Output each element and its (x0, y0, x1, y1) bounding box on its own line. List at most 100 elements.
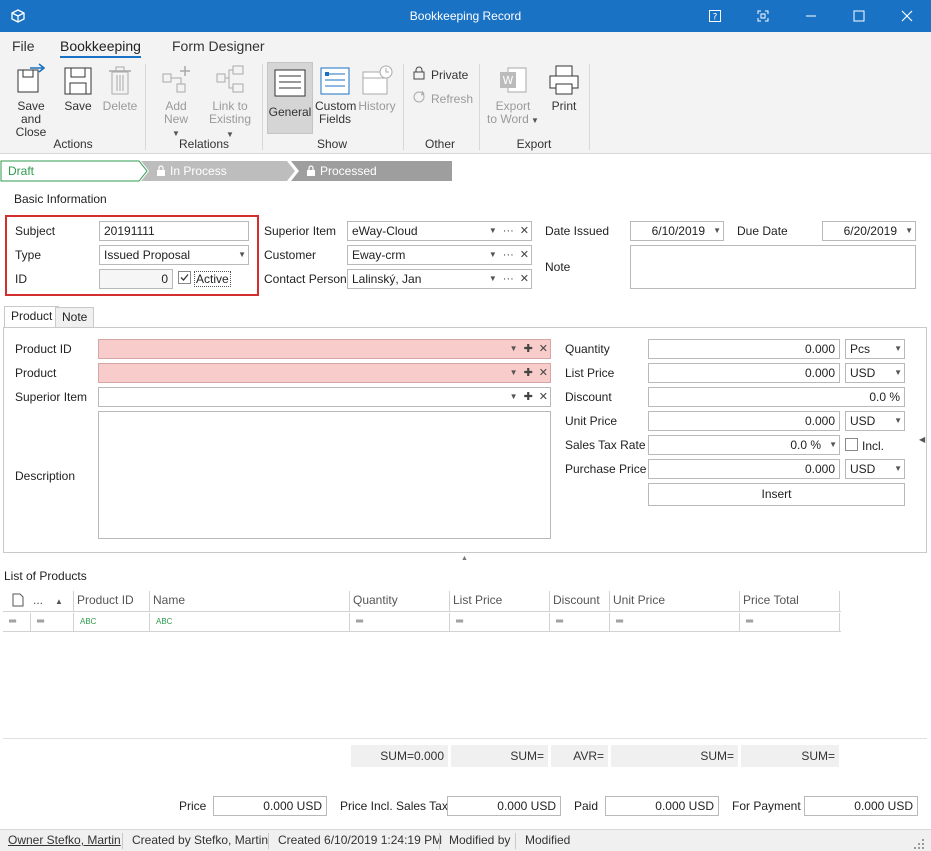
filter-equals-icon[interactable]: ═ (450, 613, 550, 631)
filter-text-icon[interactable]: ABC (74, 613, 150, 631)
collapse-right-icon[interactable]: ◀ (919, 435, 925, 444)
chevron-down-icon[interactable]: ▼ (510, 364, 518, 382)
maximize-icon[interactable] (836, 0, 882, 32)
unit-price-currency-select[interactable]: USD ▼ (845, 411, 905, 431)
product-superior-item-lookup[interactable]: ▼ ✚ ✕ (98, 387, 551, 407)
unit-select[interactable]: Pcs ▼ (845, 339, 905, 359)
chevron-down-icon[interactable]: ▼ (713, 222, 721, 240)
plus-icon[interactable]: ✚ (524, 364, 533, 382)
export-to-word-button[interactable]: W Export to Word ▼ (486, 62, 540, 127)
contact-person-lookup[interactable]: Lalinský, Jan ▼ ··· ✕ (347, 269, 532, 289)
product-lookup[interactable]: ▼ ✚ ✕ (98, 363, 551, 383)
filter-equals-icon[interactable]: ═ (550, 613, 610, 631)
chevron-down-icon: ▼ (528, 116, 539, 125)
filter-equals-icon[interactable]: ═ (350, 613, 450, 631)
fullscreen-icon[interactable] (740, 0, 786, 32)
list-price-label: List Price (565, 366, 615, 380)
menu-tab-bookkeeping[interactable]: Bookkeeping (60, 38, 141, 58)
minimize-icon[interactable] (788, 0, 834, 32)
filter-equals-icon[interactable]: ═ (610, 613, 740, 631)
incl-checkbox[interactable]: Incl. (845, 438, 884, 454)
quantity-input[interactable]: 0.000 (648, 339, 840, 359)
description-textarea[interactable] (98, 411, 551, 539)
plus-icon[interactable]: ✚ (524, 340, 533, 358)
tab-note[interactable]: Note (55, 307, 95, 327)
chevron-down-icon[interactable]: ▼ (489, 246, 497, 264)
chevron-down-icon[interactable]: ▼ (510, 340, 518, 358)
splitter-up-icon[interactable]: ▲ (461, 555, 468, 562)
list-price-currency-select[interactable]: USD ▼ (845, 363, 905, 383)
purchase-price-input[interactable]: 0.000 (648, 459, 840, 479)
ellipsis-icon[interactable]: ··· (503, 246, 514, 264)
refresh-button[interactable]: Refresh (412, 90, 473, 107)
column-header-quantity[interactable]: Quantity (350, 591, 450, 611)
ellipsis-icon[interactable]: ··· (503, 270, 514, 288)
menu-tab-file[interactable]: File (12, 38, 35, 54)
delete-button[interactable]: Delete (102, 62, 138, 113)
column-header-unit-price[interactable]: Unit Price (610, 591, 740, 611)
add-new-button[interactable]: Add New ▼ (152, 62, 200, 140)
column-header-ellipsis[interactable]: ... ▲ (30, 591, 74, 611)
status-separator (439, 833, 440, 849)
filter-equals-icon[interactable]: ═ (31, 613, 74, 631)
chevron-down-icon[interactable]: ▼ (489, 222, 497, 240)
private-button[interactable]: Private (412, 66, 468, 83)
general-button[interactable]: General (267, 62, 313, 134)
plus-icon[interactable]: ✚ (524, 388, 533, 406)
column-header-product-id[interactable]: Product ID (74, 591, 150, 611)
superior-item-lookup[interactable]: eWay-Cloud ▼ ··· ✕ (347, 221, 532, 241)
purchase-price-currency-select[interactable]: USD ▼ (845, 459, 905, 479)
active-checkbox[interactable]: Active (178, 271, 231, 287)
save-and-close-button[interactable]: Save and Close (6, 62, 56, 139)
help-icon[interactable]: ? (692, 0, 738, 32)
customer-lookup[interactable]: Eway-crm ▼ ··· ✕ (347, 245, 532, 265)
column-header-discount[interactable]: Discount (550, 591, 610, 611)
list-price-input[interactable]: 0.000 (648, 363, 840, 383)
column-header-list-price[interactable]: List Price (450, 591, 550, 611)
resize-grip-icon[interactable] (914, 838, 924, 851)
filter-equals-icon[interactable]: ═ (3, 613, 31, 631)
document-icon (12, 593, 24, 610)
clear-icon[interactable]: ✕ (520, 246, 529, 264)
menu-tab-form-designer[interactable]: Form Designer (172, 38, 265, 54)
tab-product[interactable]: Product (4, 306, 60, 328)
product-id-lookup[interactable]: ▼ ✚ ✕ (98, 339, 551, 359)
chevron-down-icon[interactable]: ▼ (510, 388, 518, 406)
column-header-name[interactable]: Name (150, 591, 350, 611)
title-bar: Bookkeeping Record ? (0, 0, 931, 32)
clear-icon[interactable]: ✕ (539, 364, 548, 382)
chevron-down-icon[interactable]: ▼ (489, 270, 497, 288)
unit-price-input[interactable]: 0.000 (648, 411, 840, 431)
type-select[interactable]: Issued Proposal ▼ (99, 245, 249, 265)
clear-icon[interactable]: ✕ (539, 340, 548, 358)
sales-tax-rate-select[interactable]: 0.0 % ▼ (648, 435, 840, 455)
workflow-step-processed[interactable]: Processed (320, 161, 377, 181)
chevron-down-icon[interactable]: ▼ (905, 222, 913, 240)
subject-input[interactable]: 20191111 (99, 221, 249, 241)
clear-icon[interactable]: ✕ (520, 222, 529, 240)
discount-input[interactable]: 0.0 % (648, 387, 905, 407)
checkbox-checked-icon (178, 271, 191, 287)
owner-link[interactable]: Owner Stefko, Martin (8, 833, 121, 847)
filter-equals-icon[interactable]: ═ (740, 613, 840, 631)
custom-fields-button[interactable]: Custom Fields (315, 62, 356, 126)
filter-text-icon[interactable]: ABC (150, 613, 350, 631)
clear-icon[interactable]: ✕ (539, 388, 548, 406)
ellipsis-icon[interactable]: ··· (503, 222, 514, 240)
history-button[interactable]: History (358, 62, 396, 113)
subject-value: 20191111 (104, 224, 155, 238)
unit-price-label: Unit Price (565, 414, 618, 428)
due-date-picker[interactable]: 6/20/2019 ▼ (822, 221, 916, 241)
link-to-existing-button[interactable]: Link to Existing ▼ (204, 62, 256, 141)
close-icon[interactable] (884, 0, 930, 32)
column-header-price-total[interactable]: Price Total (740, 591, 840, 611)
save-button[interactable]: Save (62, 62, 94, 113)
currency-value: USD (850, 462, 876, 476)
workflow-step-in-process[interactable]: In Process (170, 161, 227, 181)
workflow-step-draft[interactable]: Draft (8, 161, 34, 181)
date-issued-picker[interactable]: 6/10/2019 ▼ (630, 221, 724, 241)
insert-button[interactable]: Insert (648, 483, 905, 506)
clear-icon[interactable]: ✕ (520, 270, 529, 288)
note-textarea[interactable] (630, 245, 916, 289)
print-button[interactable]: Print (546, 62, 582, 113)
